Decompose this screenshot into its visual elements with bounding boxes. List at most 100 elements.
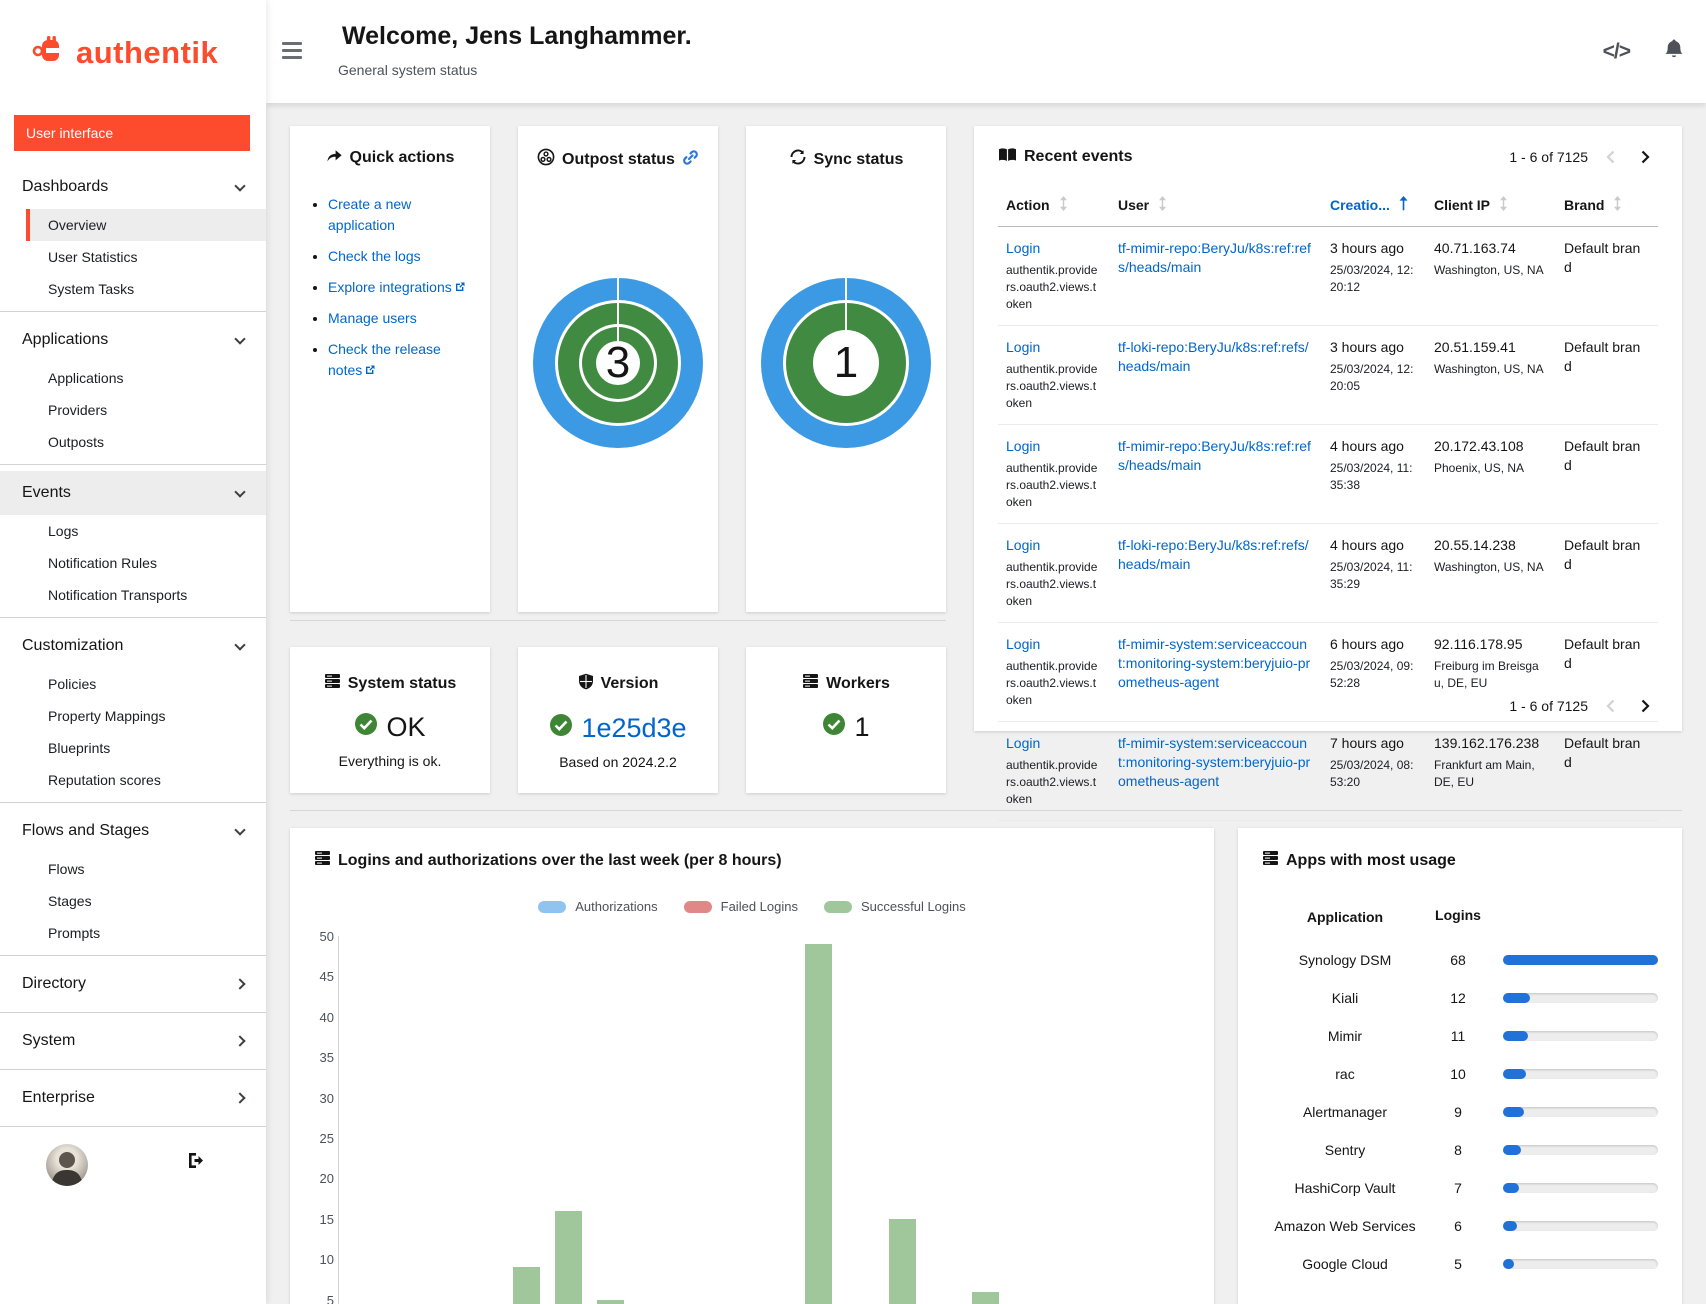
sidebar-item-overview[interactable]: Overview <box>26 209 266 241</box>
sidebar-section-enterprise[interactable]: Enterprise <box>0 1076 266 1120</box>
cell-action: Loginauthentik.providers.oauth2.views.to… <box>998 326 1110 425</box>
event-action-link[interactable]: Login <box>1006 338 1100 357</box>
event-brand: Default brand <box>1564 437 1648 475</box>
event-brand: Default brand <box>1564 338 1648 376</box>
server-icon <box>314 850 331 871</box>
app-usage-bar-fill <box>1503 1069 1526 1079</box>
legend-label: Successful Logins <box>861 899 966 914</box>
cell-action: Loginauthentik.providers.oauth2.views.to… <box>998 227 1110 326</box>
sidebar-section-dashboards[interactable]: Dashboards <box>0 165 266 209</box>
event-action-link[interactable]: Login <box>1006 734 1100 753</box>
column-header-action[interactable]: Action <box>998 186 1110 227</box>
page-previous-icon[interactable] <box>1598 695 1623 717</box>
app-login-count: 8 <box>1428 1142 1488 1158</box>
event-action-link[interactable]: Login <box>1006 536 1100 555</box>
event-timestamp: 25/03/2024, 11:35:38 <box>1330 460 1416 494</box>
event-user-link[interactable]: tf-loki-repo:BeryJu/k8s:ref:refs/heads/m… <box>1118 536 1312 574</box>
sidebar-item-blueprints[interactable]: Blueprints <box>0 732 266 764</box>
quick-action-link[interactable]: Check the release notes <box>328 341 441 378</box>
column-header-client-ip[interactable]: Client IP <box>1426 186 1556 227</box>
sidebar-divider <box>0 617 266 618</box>
sidebar-section-customization[interactable]: Customization <box>0 624 266 668</box>
cell-action: Loginauthentik.providers.oauth2.views.to… <box>998 425 1110 524</box>
quick-action-link[interactable]: Create a new application <box>328 196 411 233</box>
cell-user: tf-loki-repo:BeryJu/k8s:ref:refs/heads/m… <box>1110 326 1322 425</box>
sidebar-item-user-statistics[interactable]: User Statistics <box>0 241 266 273</box>
column-header-label: User <box>1118 197 1149 213</box>
sidebar-item-policies[interactable]: Policies <box>0 668 266 700</box>
cell-brand: Default brand <box>1556 524 1658 623</box>
event-user-link[interactable]: tf-loki-repo:BeryJu/k8s:ref:refs/heads/m… <box>1118 338 1312 376</box>
sidebar-item-logs[interactable]: Logs <box>0 515 266 547</box>
event-action-link[interactable]: Login <box>1006 635 1100 654</box>
quick-action-link[interactable]: Manage users <box>328 310 417 326</box>
column-header-label: Creatio... <box>1330 197 1390 213</box>
sidebar-section-events[interactable]: Events <box>0 471 266 515</box>
sidebar-item-notification-transports[interactable]: Notification Transports <box>0 579 266 611</box>
bell-icon[interactable] <box>1664 38 1684 65</box>
event-user-link[interactable]: tf-mimir-repo:BeryJu/k8s:ref:refs/heads/… <box>1118 437 1312 475</box>
sidebar-section-flows-and-stages[interactable]: Flows and Stages <box>0 809 266 853</box>
sidebar-section-applications[interactable]: Applications <box>0 318 266 362</box>
event-age: 4 hours ago <box>1330 437 1416 456</box>
sidebar-item-flows[interactable]: Flows <box>0 853 266 885</box>
sort-icon[interactable] <box>1498 196 1509 214</box>
event-action-link[interactable]: Login <box>1006 437 1100 456</box>
sort-icon[interactable] <box>1157 196 1168 214</box>
user-interface-button[interactable]: User interface <box>14 115 250 151</box>
cell-creation: 4 hours ago 25/03/2024, 11:35:38 <box>1322 425 1426 524</box>
app-name: Alertmanager <box>1262 1102 1428 1122</box>
code-icon[interactable]: </> <box>1603 40 1630 64</box>
hamburger-menu-icon[interactable] <box>282 42 302 59</box>
sort-icon[interactable] <box>1612 196 1623 214</box>
chevron-down-icon <box>234 639 245 650</box>
brand-wordmark: authentik <box>76 35 218 71</box>
sync-status-card: Sync status 1 <box>746 126 946 612</box>
section-divider <box>290 620 946 621</box>
event-user-link[interactable]: tf-mimir-system:serviceaccount:monitorin… <box>1118 734 1312 791</box>
app-name: Amazon Web Services <box>1262 1216 1428 1236</box>
sidebar-item-applications[interactable]: Applications <box>0 362 266 394</box>
event-user-link[interactable]: tf-mimir-system:serviceaccount:monitorin… <box>1118 635 1312 692</box>
event-user-link[interactable]: tf-mimir-repo:BeryJu/k8s:ref:refs/heads/… <box>1118 239 1312 277</box>
cell-user: tf-mimir-system:serviceaccount:monitorin… <box>1110 623 1322 722</box>
sort-icon[interactable] <box>1058 196 1069 214</box>
sidebar-item-outposts[interactable]: Outposts <box>0 426 266 458</box>
sidebar-item-system-tasks[interactable]: System Tasks <box>0 273 266 305</box>
quick-action-link[interactable]: Explore integrations <box>328 279 452 295</box>
sidebar-divider <box>0 1012 266 1013</box>
sidebar-item-property-mappings[interactable]: Property Mappings <box>0 700 266 732</box>
sidebar-section-directory[interactable]: Directory <box>0 962 266 1006</box>
avatar[interactable] <box>46 1144 88 1186</box>
sidebar-item-stages[interactable]: Stages <box>0 885 266 917</box>
pagination-label: 1 - 6 of 7125 <box>1509 149 1588 165</box>
app-name: rac <box>1262 1064 1428 1084</box>
server-icon <box>324 673 341 694</box>
page-previous-icon[interactable] <box>1598 146 1623 168</box>
column-header-user[interactable]: User <box>1110 186 1322 227</box>
event-timestamp: 25/03/2024, 12:20:12 <box>1330 262 1416 296</box>
chart-bar-successful-logins <box>972 1292 999 1304</box>
page-subtitle: General system status <box>338 62 477 78</box>
link-icon[interactable] <box>682 149 699 171</box>
authentik-admin-dashboard: authentik User interface DashboardsOverv… <box>0 0 1706 1304</box>
sidebar-item-reputation-scores[interactable]: Reputation scores <box>0 764 266 796</box>
app-usage-row: Mimir11 <box>1262 1017 1658 1055</box>
sign-out-icon[interactable] <box>188 1152 207 1174</box>
sort-asc-icon[interactable] <box>1398 196 1409 214</box>
version-description: Based on 2024.2.2 <box>528 754 708 770</box>
column-header-creatio[interactable]: Creatio... <box>1322 186 1426 227</box>
page-next-icon[interactable] <box>1633 695 1658 717</box>
sidebar-section-label: Customization <box>22 637 123 655</box>
version-value-link[interactable]: 1e25d3e <box>581 713 686 744</box>
app-usage-bar-track <box>1503 1069 1658 1079</box>
legend-swatch <box>538 901 566 913</box>
event-action-link[interactable]: Login <box>1006 239 1100 258</box>
sidebar-item-prompts[interactable]: Prompts <box>0 917 266 949</box>
sidebar-section-system[interactable]: System <box>0 1019 266 1063</box>
sidebar-item-notification-rules[interactable]: Notification Rules <box>0 547 266 579</box>
column-header-brand[interactable]: Brand <box>1556 186 1658 227</box>
page-next-icon[interactable] <box>1633 146 1658 168</box>
sidebar-item-providers[interactable]: Providers <box>0 394 266 426</box>
quick-action-link[interactable]: Check the logs <box>328 248 421 264</box>
